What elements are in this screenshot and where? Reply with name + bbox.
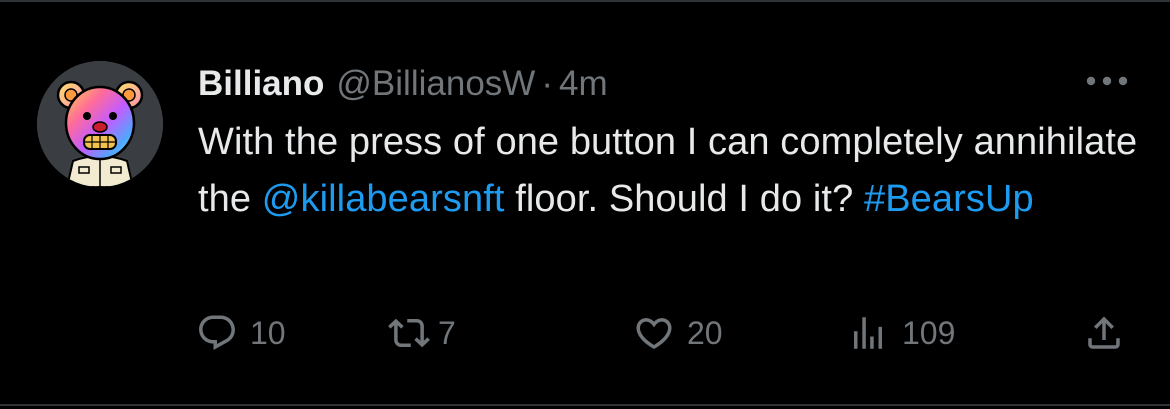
reply-count: 10 xyxy=(250,315,286,351)
header-separator: · xyxy=(541,64,553,103)
bottom-divider xyxy=(0,404,1170,406)
more-options-button[interactable] xyxy=(1080,66,1134,96)
reply-button[interactable]: 10 xyxy=(196,310,286,356)
like-count: 20 xyxy=(687,315,723,351)
views-icon xyxy=(846,312,890,354)
display-name[interactable]: Billiano xyxy=(198,60,324,108)
share-button[interactable] xyxy=(1083,310,1125,356)
heart-icon xyxy=(633,312,675,354)
timestamp[interactable]: 4m xyxy=(559,60,608,108)
retweet-icon xyxy=(386,312,432,354)
tweet-text-middle: floor. Should I do it? xyxy=(504,178,864,220)
more-dots-icon xyxy=(1086,76,1128,86)
retweet-count: 7 xyxy=(438,315,456,351)
avatar[interactable] xyxy=(37,61,163,187)
hashtag-link[interactable]: #BearsUp xyxy=(864,178,1034,220)
reply-icon xyxy=(196,312,238,354)
like-button[interactable]: 20 xyxy=(633,310,723,356)
user-handle[interactable]: @BillianosW xyxy=(336,60,535,108)
mention-link[interactable]: @killabearsnft xyxy=(262,178,505,220)
tweet-header: Billiano @BillianosW · 4m xyxy=(198,60,608,108)
views-count: 109 xyxy=(902,315,956,351)
top-divider xyxy=(0,0,1170,2)
share-icon xyxy=(1083,311,1125,355)
tweet-text: With the press of one button I can compl… xyxy=(198,114,1143,228)
bear-avatar-icon xyxy=(37,61,163,187)
retweet-button[interactable]: 7 xyxy=(386,310,456,356)
views-button[interactable]: 109 xyxy=(846,310,955,356)
